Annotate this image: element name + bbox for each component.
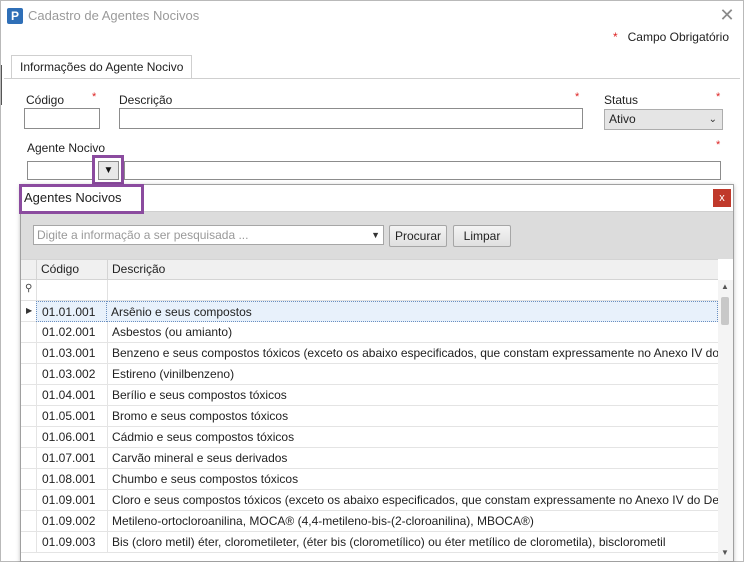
cell-codigo[interactable]: 01.05.001 — [36, 406, 107, 427]
chevron-down-icon[interactable]: ▼ — [371, 226, 380, 244]
cell-descricao[interactable]: Chumbo e seus compostos tóxicos — [107, 469, 718, 490]
descricao-label: Descrição — [119, 93, 173, 107]
search-panel: Digite a informação a ser pesquisada ...… — [21, 212, 733, 259]
row-indicator[interactable] — [21, 385, 36, 406]
cell-descricao[interactable]: Arsênio e seus compostos — [107, 301, 718, 322]
table-row[interactable]: ▶ 01.01.001 Arsênio e seus compostos — [21, 301, 718, 322]
row-indicator[interactable] — [21, 532, 36, 553]
cell-descricao[interactable]: Benzeno e seus compostos tóxicos (exceto… — [107, 343, 718, 364]
cell-codigo[interactable]: 01.06.001 — [36, 427, 107, 448]
cell-codigo[interactable]: 01.02.001 — [36, 322, 107, 343]
required-field-note: * Campo Obrigatório — [613, 30, 729, 44]
cell-codigo[interactable]: 01.09.002 — [36, 511, 107, 532]
table-row[interactable]: 01.09.003 Bis (cloro metil) éter, clorome… — [21, 532, 718, 553]
scroll-thumb[interactable] — [721, 297, 729, 325]
cell-descricao[interactable]: Asbestos (ou amianto) — [107, 322, 718, 343]
filter-pin-icon: ⚲ — [25, 283, 33, 294]
current-row-arrow-icon: ▶ — [26, 306, 33, 315]
codigo-input[interactable] — [24, 108, 100, 129]
agentes-nocivos-popup: Agentes Nocivos x Digite a informação a … — [20, 184, 734, 562]
cell-codigo[interactable]: 01.09.001 — [36, 490, 107, 511]
cell-descricao[interactable]: Bis (cloro metil) éter, clorometileter, … — [107, 532, 718, 553]
popup-title: Agentes Nocivos — [24, 190, 122, 205]
table-row[interactable]: 01.07.001 Carvão mineral e seus derivados — [21, 448, 718, 469]
row-indicator[interactable] — [21, 322, 36, 343]
required-star: * — [612, 30, 618, 44]
agente-required-star: * — [716, 139, 721, 151]
window-title: Cadastro de Agentes Nocivos — [28, 8, 200, 23]
cell-descricao[interactable]: Berílio e seus compostos tóxicos — [107, 385, 718, 406]
row-indicator[interactable] — [21, 427, 36, 448]
cell-descricao[interactable]: Metileno-ortocloroanilina, MOCA® (4,4-me… — [107, 511, 718, 532]
limpar-button[interactable]: Limpar — [453, 225, 511, 247]
table-row[interactable]: 01.03.001 Benzeno e seus compostos tóxico… — [21, 343, 718, 364]
agente-descricao-input[interactable] — [124, 161, 721, 180]
row-indicator[interactable] — [21, 406, 36, 427]
row-indicator[interactable] — [21, 448, 36, 469]
column-header-codigo[interactable]: Código — [36, 260, 107, 280]
column-header-descricao[interactable]: Descrição — [107, 260, 718, 280]
row-indicator[interactable] — [21, 511, 36, 532]
table-row[interactable]: 01.04.001 Berílio e seus compostos tóxico… — [21, 385, 718, 406]
cell-descricao[interactable]: Cloro e seus compostos tóxicos (exceto o… — [107, 490, 718, 511]
cell-descricao[interactable]: Cádmio e seus compostos tóxicos — [107, 427, 718, 448]
codigo-required-star: * — [92, 91, 97, 103]
row-indicator[interactable] — [21, 343, 36, 364]
table-row[interactable]: 01.05.001 Bromo e seus compostos tóxicos — [21, 406, 718, 427]
cell-codigo[interactable]: 01.09.003 — [36, 532, 107, 553]
title-bar: P Cadastro de Agentes Nocivos ✕ — [1, 1, 743, 31]
search-input[interactable]: Digite a informação a ser pesquisada ...… — [33, 225, 384, 245]
cell-descricao[interactable]: Estireno (vinilbenzeno) — [107, 364, 718, 385]
status-required-star: * — [716, 91, 721, 103]
status-label: Status — [604, 93, 639, 107]
procurar-button[interactable]: Procurar — [389, 225, 447, 247]
window-edge-mark — [1, 65, 2, 105]
cell-codigo[interactable]: 01.03.001 — [36, 343, 107, 364]
app-logo-icon: P — [7, 8, 23, 24]
filter-cell-codigo[interactable] — [36, 280, 107, 301]
filter-row: ⚲ — [21, 280, 718, 301]
results-grid: Código Descrição ⚲ ▶ 01.01.001 Arsênio e s… — [21, 259, 733, 561]
table-row[interactable]: 01.09.001 Cloro e seus compostos tóxicos … — [21, 490, 718, 511]
cell-codigo[interactable]: 01.03.002 — [36, 364, 107, 385]
chevron-down-icon: ⌄ — [708, 114, 717, 125]
codigo-label: Código — [26, 93, 65, 107]
table-row[interactable]: 01.09.002 Metileno-ortocloroanilina, MOCA… — [21, 511, 718, 532]
cell-codigo[interactable]: 01.01.001 — [36, 301, 107, 322]
status-select[interactable]: Ativo ⌄ — [604, 109, 723, 130]
grid-header: Código Descrição — [21, 259, 718, 280]
main-window: P Cadastro de Agentes Nocivos ✕ * Campo O… — [0, 0, 744, 562]
descricao-required-star: * — [575, 91, 580, 103]
window-close-icon[interactable]: ✕ — [717, 5, 737, 25]
vertical-scrollbar[interactable]: ▲ ▼ — [718, 280, 733, 561]
table-row[interactable]: 01.06.001 Cádmio e seus compostos tóxicos — [21, 427, 718, 448]
tab-divider — [4, 78, 740, 79]
row-indicator[interactable] — [21, 364, 36, 385]
agente-codigo-input[interactable] — [27, 161, 93, 180]
row-indicator[interactable] — [21, 490, 36, 511]
row-indicator[interactable] — [21, 469, 36, 490]
descricao-input[interactable] — [119, 108, 583, 129]
status-select-value: Ativo — [609, 112, 636, 126]
table-row[interactable]: 01.08.001 Chumbo e seus compostos tóxicos — [21, 469, 718, 490]
required-note-text: Campo Obrigatório — [627, 30, 729, 44]
cell-codigo[interactable]: 01.08.001 — [36, 469, 107, 490]
tab-informacoes[interactable]: Informações do Agente Nocivo — [11, 55, 193, 79]
cell-descricao[interactable]: Carvão mineral e seus derivados — [107, 448, 718, 469]
cell-descricao[interactable]: Bromo e seus compostos tóxicos — [107, 406, 718, 427]
cell-codigo[interactable]: 01.07.001 — [36, 448, 107, 469]
search-placeholder: Digite a informação a ser pesquisada ... — [37, 228, 249, 242]
scroll-down-icon[interactable]: ▼ — [721, 548, 729, 557]
table-row[interactable]: 01.02.001 Asbestos (ou amianto) — [21, 322, 718, 343]
row-indicator[interactable]: ▶ — [21, 301, 36, 322]
filter-cell-descricao[interactable] — [107, 280, 718, 301]
table-row[interactable]: 01.03.002 Estireno (vinilbenzeno) — [21, 364, 718, 385]
agente-lookup-button[interactable]: ▼ — [98, 161, 119, 180]
agente-nocivo-label: Agente Nocivo — [27, 141, 106, 155]
scroll-up-icon[interactable]: ▲ — [721, 282, 729, 291]
cell-codigo[interactable]: 01.04.001 — [36, 385, 107, 406]
popup-close-button[interactable]: x — [713, 189, 731, 207]
